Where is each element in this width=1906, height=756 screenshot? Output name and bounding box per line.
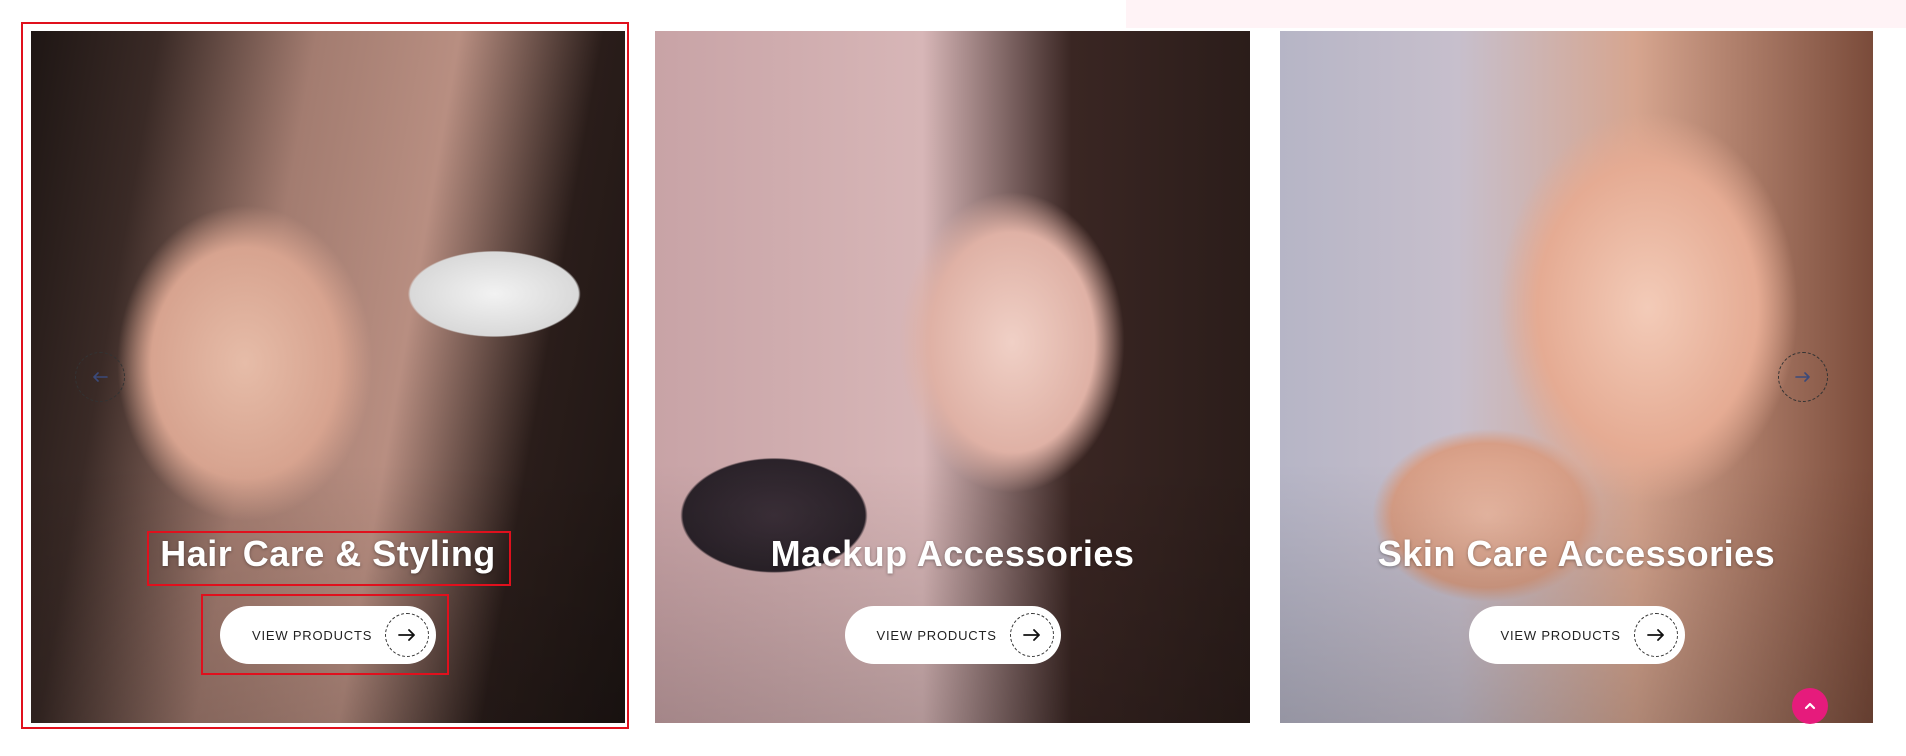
view-products-button[interactable]: VIEW PRODUCTS (844, 606, 1061, 664)
carousel-prev-button[interactable] (75, 352, 125, 402)
chevron-up-icon (1804, 702, 1816, 710)
arrow-right-icon (1795, 372, 1810, 382)
highlight-box-title (147, 531, 511, 586)
button-label: VIEW PRODUCTS (1500, 627, 1621, 643)
arrow-left-icon (93, 372, 108, 382)
scroll-to-top-button[interactable] (1792, 688, 1828, 724)
category-title: Skin Care Accessories (1377, 533, 1776, 574)
header-strip (1126, 0, 1906, 28)
arrow-right-icon (1009, 613, 1054, 657)
button-label: VIEW PRODUCTS (876, 627, 997, 643)
category-title: Mackup Accessories (770, 533, 1135, 574)
view-products-button[interactable]: VIEW PRODUCTS (1468, 606, 1685, 664)
category-card-makeup[interactable]: Mackup Accessories VIEW PRODUCTS (655, 31, 1250, 723)
arrow-right-icon (1633, 613, 1678, 657)
highlight-box-button (201, 594, 449, 675)
carousel-next-button[interactable] (1778, 352, 1828, 402)
